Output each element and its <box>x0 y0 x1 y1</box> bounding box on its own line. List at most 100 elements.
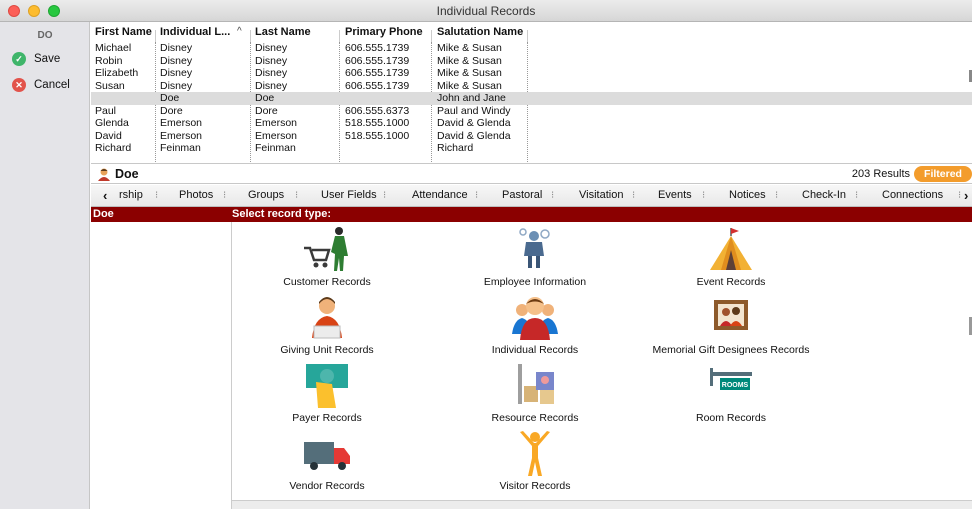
person-icon <box>98 168 110 181</box>
tab-attendance[interactable]: Attendance <box>412 189 468 201</box>
table-row[interactable]: Elizabeth Disney Disney 606.555.1739 Mike & … <box>91 67 972 80</box>
tab-menu-icon[interactable]: ⁝ <box>295 190 298 201</box>
tab-menu-icon[interactable]: ⁝ <box>223 190 226 201</box>
memorial-frame-icon <box>714 300 748 330</box>
table-cell: Doe <box>160 92 180 104</box>
tab-menu-icon[interactable]: ⁝ <box>632 190 635 201</box>
record-title-bar: Doe 203 Results Filtered <box>91 163 972 184</box>
table-cell: David & Glenda <box>437 117 511 129</box>
column-header-last-name[interactable]: Last Name <box>255 26 311 38</box>
tab-menu-icon[interactable]: ⁝ <box>775 190 778 201</box>
table-cell: Mike & Susan <box>437 79 502 92</box>
band-prompt: Select record type: <box>232 208 332 220</box>
table-cell: Dore <box>160 104 183 117</box>
tab-photos[interactable]: Photos <box>179 189 213 201</box>
table-cell: Disney <box>255 79 288 92</box>
record-type-label: Payer Records <box>292 412 362 424</box>
visitor-person-icon <box>520 431 550 476</box>
tab-menu-icon[interactable]: ⁝ <box>155 190 158 201</box>
table-row[interactable]: Robin Disney Disney 606.555.1739 Mike & Susa… <box>91 55 972 68</box>
column-header-first-name[interactable]: First Name <box>95 26 152 38</box>
record-type-giving-unit[interactable]: Giving Unit Records <box>237 294 417 356</box>
tab-visitation[interactable]: Visitation <box>579 189 623 201</box>
table-row[interactable]: Doe Doe John and Jane <box>91 92 972 105</box>
table-row[interactable]: Paul Dore Dore 606.555.6373 Paul and Windy <box>91 105 972 118</box>
x-icon: ✕ <box>12 78 26 92</box>
record-type-picker: Customer Records Employee Information Ev… <box>232 222 972 500</box>
record-type-label: Room Records <box>695 412 767 424</box>
tab-events[interactable]: Events <box>658 189 692 201</box>
table-cell: Disney <box>160 79 193 92</box>
table-cell: Susan <box>95 79 125 92</box>
record-type-event[interactable]: Event Records <box>641 226 821 288</box>
table-row[interactable]: Glenda Emerson Emerson 518.555.1000 David & … <box>91 117 972 130</box>
table-row[interactable]: Richard Feinman Feinman Richard <box>91 142 972 155</box>
table-row[interactable]: Michael Disney Disney 606.555.1739 Mike & Su… <box>91 42 972 55</box>
cancel-button[interactable]: ✕ Cancel <box>12 76 70 94</box>
record-type-visitor[interactable]: Visitor Records <box>445 430 625 492</box>
table-cell: Richard <box>95 142 132 154</box>
table-cell: 606.555.1739 <box>345 42 410 54</box>
tab-menu-icon[interactable]: ⁝ <box>383 190 386 201</box>
tab-scroll-left-icon[interactable]: ‹ <box>103 188 107 203</box>
tab-menu-icon[interactable]: ⁝ <box>475 190 478 201</box>
tab-connections[interactable]: Connections <box>882 189 943 201</box>
tab-pastoral[interactable]: Pastoral <box>502 189 542 201</box>
record-type-band: Doe Select record type: <box>91 207 972 222</box>
tab-check-in[interactable]: Check-In <box>802 189 846 201</box>
svg-text:ROOMS: ROOMS <box>722 382 749 389</box>
tab-notices[interactable]: Notices <box>729 189 766 201</box>
record-type-vendor[interactable]: Vendor Records <box>237 430 417 492</box>
record-type-employee[interactable]: Employee Information <box>445 226 625 288</box>
record-type-resource[interactable]: Resource Records <box>445 362 625 424</box>
left-pane <box>91 222 232 509</box>
column-header-salutation-name[interactable]: Salutation Name <box>437 26 523 38</box>
sort-ascending-icon[interactable]: ^ <box>237 26 242 37</box>
customer-cart-icon <box>304 227 348 271</box>
filtered-badge[interactable]: Filtered <box>914 166 972 182</box>
save-label: Save <box>34 53 61 65</box>
tab-scroll-right-icon[interactable]: › <box>964 188 968 203</box>
tab-groups[interactable]: Groups <box>248 189 284 201</box>
title-bar: Individual Records <box>0 0 972 22</box>
record-type-label: Resource Records <box>491 412 579 424</box>
table-cell: Elizabeth <box>95 67 139 79</box>
tab-user-fields[interactable]: User Fields <box>321 189 377 201</box>
column-header-individual-last[interactable]: Individual L... <box>160 26 230 38</box>
table-cell: Feinman <box>255 142 296 154</box>
save-button[interactable]: ✓ Save <box>12 50 60 68</box>
grid-header: First Name Individual L... ^ Last Name P… <box>91 26 972 44</box>
tab-menu-icon[interactable]: ⁝ <box>551 190 554 201</box>
table-cell: Mike & Susan <box>437 67 502 79</box>
user-initials: DO <box>37 30 53 41</box>
tab-menu-icon[interactable]: ⁝ <box>855 190 858 201</box>
table-cell: Disney <box>255 54 288 67</box>
tab-rship[interactable]: rship <box>119 189 143 201</box>
bottom-strip <box>232 500 972 509</box>
record-name: Doe <box>115 167 139 181</box>
table-cell: Disney <box>255 67 288 79</box>
record-type-individual[interactable]: Individual Records <box>445 294 625 356</box>
employee-icon <box>519 228 550 268</box>
column-header-primary-phone[interactable]: Primary Phone <box>345 26 423 38</box>
table-cell: Disney <box>160 42 193 54</box>
giving-unit-icon <box>312 297 342 339</box>
table-row[interactable]: David Emerson Emerson 518.555.1000 David & G… <box>91 130 972 143</box>
record-type-payer[interactable]: Payer Records <box>237 362 417 424</box>
tab-menu-icon[interactable]: ⁝ <box>702 190 705 201</box>
record-type-customer[interactable]: Customer Records <box>237 226 417 288</box>
table-row[interactable]: Susan Disney Disney 606.555.1739 Mike & Susa… <box>91 80 972 93</box>
grid-rows: Michael Disney Disney 606.555.1739 Mike & Su… <box>91 42 972 155</box>
rooms-sign-icon: ROOMS <box>710 368 752 390</box>
table-cell: John and Jane <box>437 92 506 104</box>
table-cell: Emerson <box>160 129 203 142</box>
record-type-memorial-gift[interactable]: Memorial Gift Designees Records <box>641 294 821 356</box>
tab-menu-icon[interactable]: ⁝ <box>958 190 961 201</box>
record-type-label: Memorial Gift Designees Records <box>652 344 810 356</box>
table-cell: Doe <box>255 92 275 104</box>
table-cell: Emerson <box>160 117 203 129</box>
record-type-room[interactable]: ROOMS Room Records <box>641 362 821 424</box>
resource-boxes-icon <box>518 364 554 404</box>
table-cell: David <box>95 129 122 142</box>
vendor-truck-icon <box>304 442 350 470</box>
